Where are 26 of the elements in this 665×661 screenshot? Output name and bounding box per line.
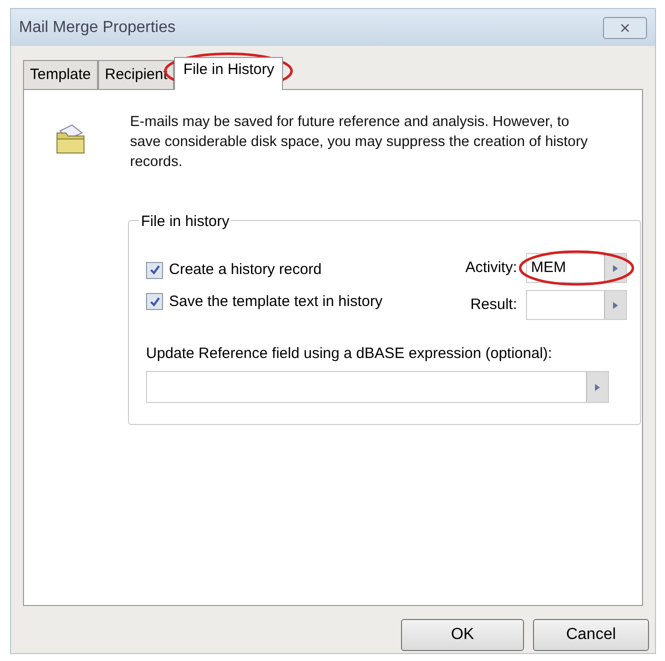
triangle-icon: [613, 264, 618, 272]
dropdown-field[interactable]: MEM: [526, 253, 627, 283]
dialog-button[interactable]: OK: [401, 619, 524, 651]
arrow-button[interactable]: [604, 291, 626, 319]
field-value: MEM: [530, 258, 567, 278]
tab[interactable]: File in History: [174, 57, 284, 90]
triangle-icon: [595, 384, 600, 390]
dropdown-field[interactable]: [526, 290, 627, 320]
tab[interactable]: Recipient: [98, 60, 174, 89]
field-label: Activity:: [465, 258, 517, 278]
close-button[interactable]: ×: [603, 16, 647, 38]
checkbox-label: Save the template text in history: [169, 292, 382, 312]
expression-label: Update Reference field using a dBASE expression (optional):: [146, 344, 552, 364]
window-title: Mail Merge Properties: [19, 18, 176, 38]
checkmark-icon: [148, 264, 160, 276]
checkbox[interactable]: [146, 262, 163, 279]
checkbox-label: Create a history record: [169, 260, 322, 280]
checkbox[interactable]: [146, 293, 163, 310]
expression-field[interactable]: [146, 371, 609, 403]
field-label: Result:: [470, 294, 517, 315]
arrow-button[interactable]: [586, 372, 608, 402]
dialog-button[interactable]: Cancel: [533, 619, 649, 651]
triangle-icon: [613, 302, 618, 308]
tab[interactable]: Template: [23, 60, 98, 89]
checkmark-icon: [148, 296, 160, 308]
intro-text: E-mails may be saved for future reference and analysis. However, to save considerable disk space, you may suppress the creation of history records.: [130, 113, 589, 172]
